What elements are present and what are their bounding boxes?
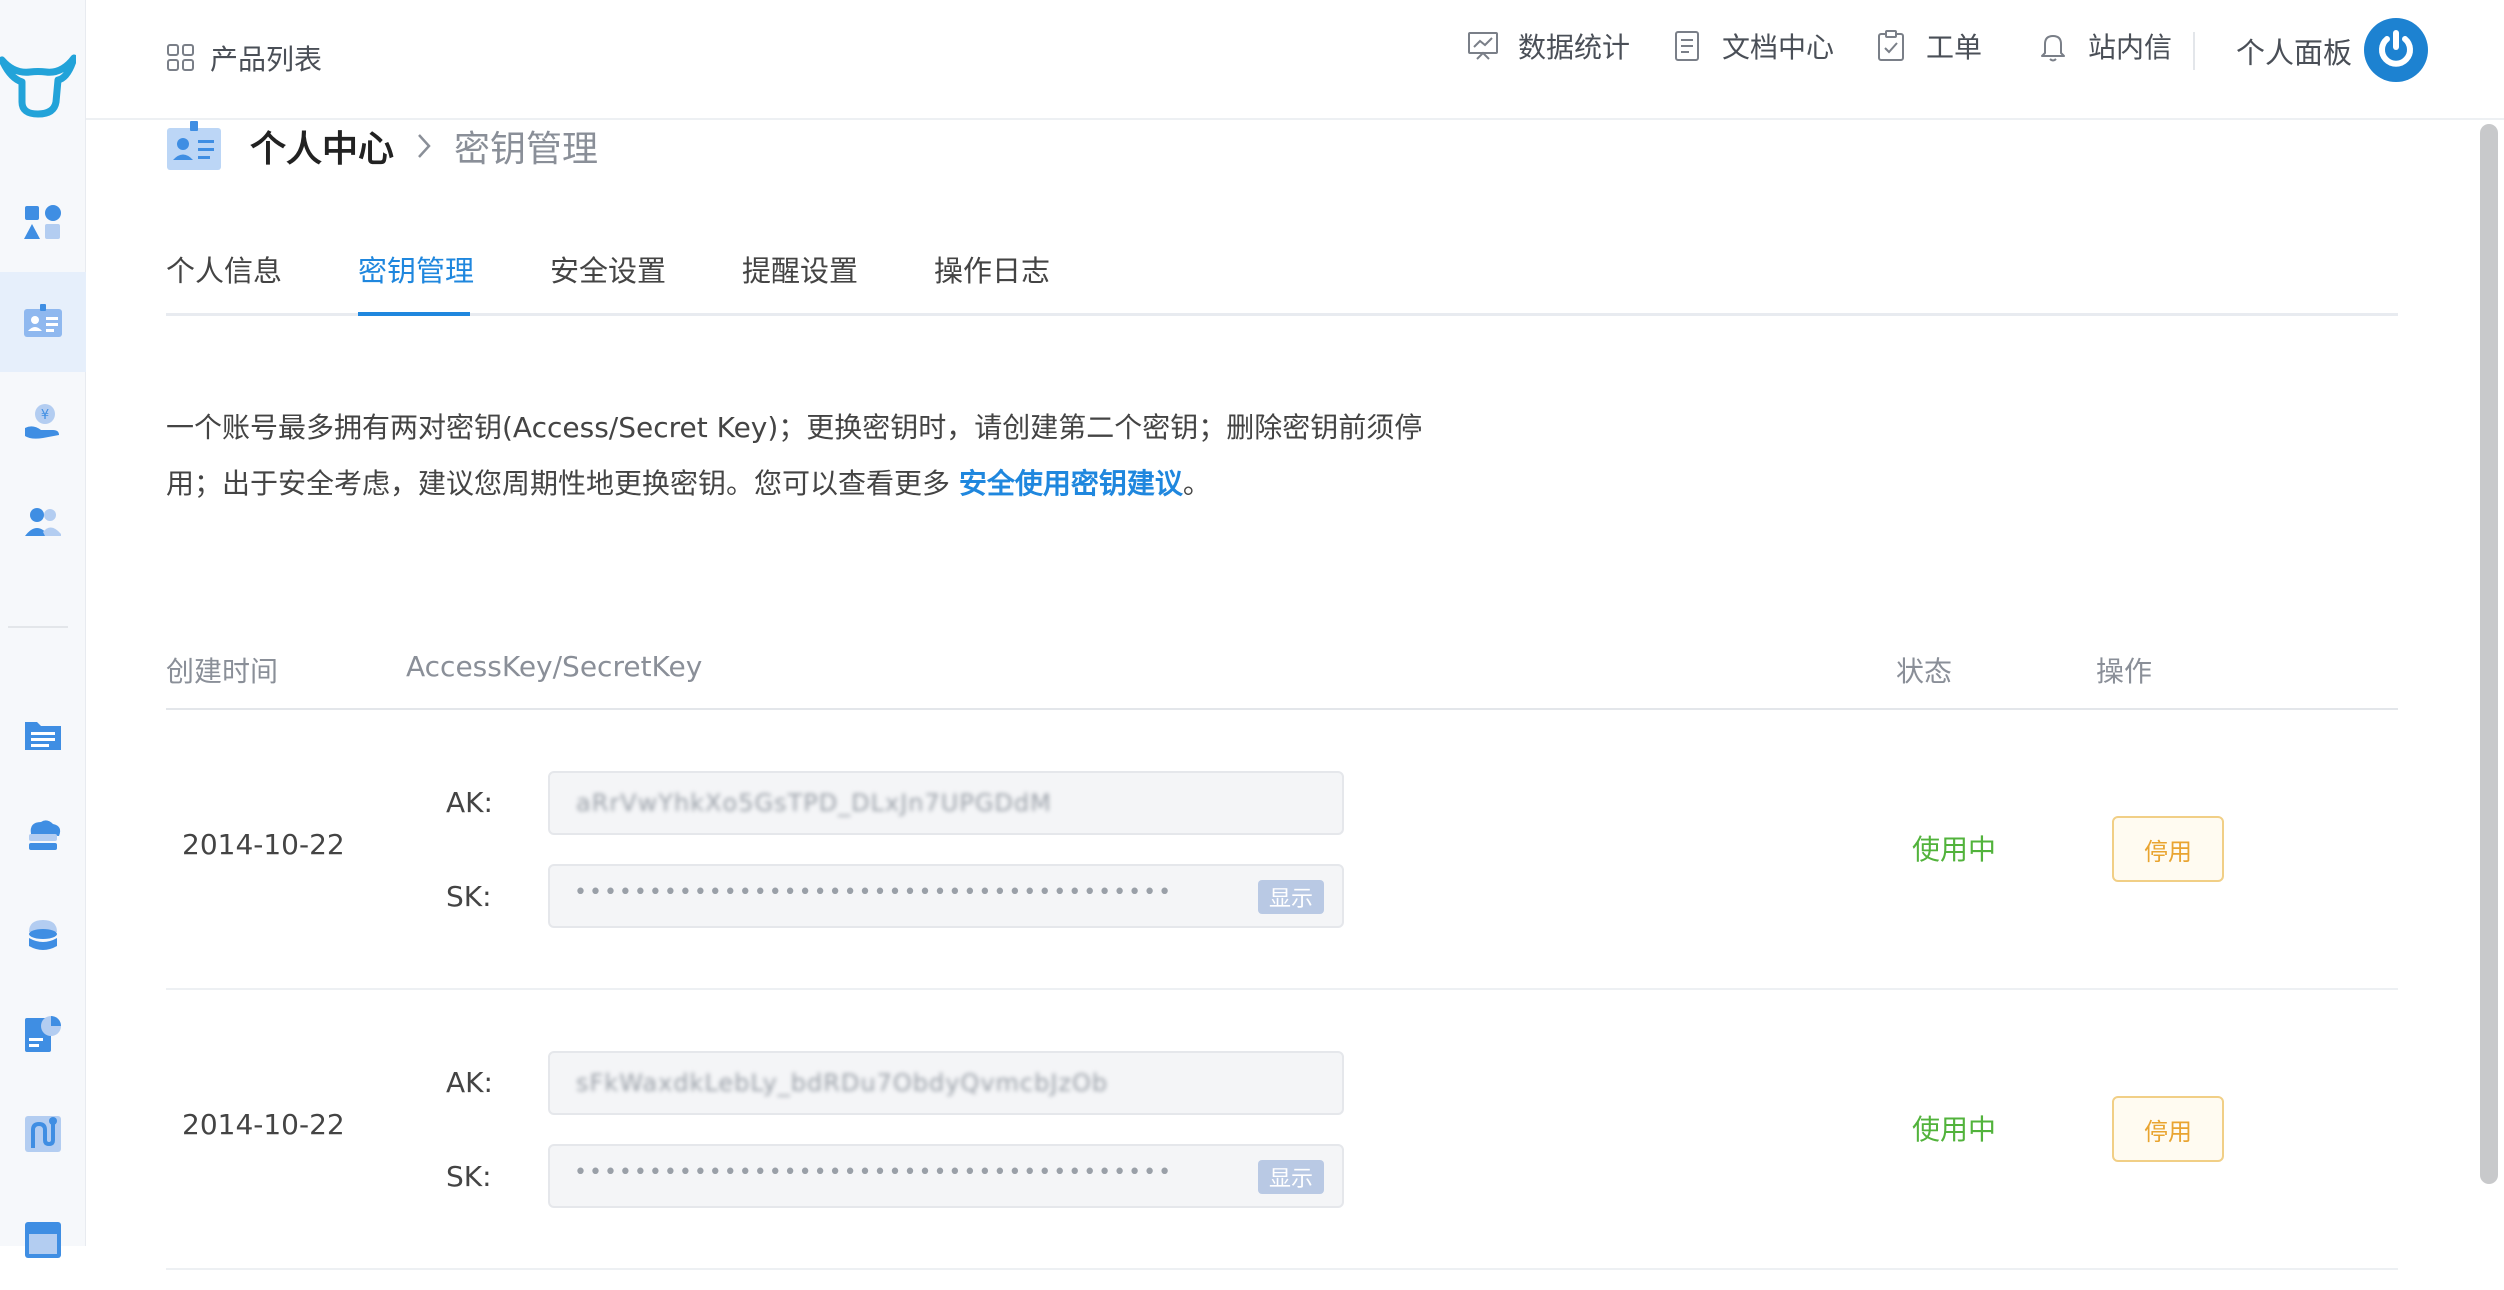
tab-personal-info[interactable]: 个人信息 — [166, 248, 282, 316]
logo-icon[interactable] — [0, 52, 76, 118]
tab-operation-log[interactable]: 操作日志 — [934, 248, 1050, 316]
nav-ticket-label: 工单 — [1926, 31, 1983, 64]
table-row: 2014-10-22 AK: aRrVwYhkXo5GsTPD_DLxJn7UP… — [166, 710, 2398, 990]
chart-icon — [1468, 32, 1498, 60]
key-description: 一个账号最多拥有两对密钥(Access/Secret Key)；更换密钥时，请创… — [166, 400, 1446, 512]
sidebar-item-overview[interactable] — [0, 172, 86, 272]
report-chart-icon — [25, 1016, 61, 1052]
key-table-header: 创建时间 AccessKey/SecretKey 状态 操作 — [166, 640, 2398, 710]
column-keys: AccessKey/SecretKey — [406, 650, 703, 683]
nav-messages[interactable]: 站内信 — [2036, 26, 2172, 66]
secret-key-masked: •••••••••••••••••••••••••••••••••••••••• — [574, 880, 1174, 905]
users-icon — [25, 508, 61, 536]
sidebar-item-routing[interactable] — [0, 1084, 86, 1184]
sidebar-item-database[interactable] — [0, 884, 86, 984]
nav-doc-center[interactable]: 文档中心 — [1670, 26, 1834, 66]
nav-doc-center-label: 文档中心 — [1722, 31, 1835, 64]
access-key-value: aRrVwYhkXo5GsTPD_DLxJn7UPGDdM — [576, 789, 1052, 817]
column-action: 操作 — [2096, 655, 2153, 688]
sk-label: SK: — [446, 880, 492, 913]
table-row: 2014-10-22 AK: sFkWaxdkLebLy_bdRDu7ObdyQ… — [166, 990, 2398, 1270]
disable-key-button[interactable]: 停用 — [2112, 816, 2224, 882]
nav-messages-label: 站内信 — [2088, 31, 2173, 64]
left-sidebar: ¥ — [0, 0, 86, 1258]
product-list-label: 产品列表 — [210, 43, 323, 76]
secret-key-field[interactable]: ••••••••••••••••••••••••••••••••••••••••… — [548, 864, 1344, 928]
tab-key-management[interactable]: 密钥管理 — [358, 248, 474, 316]
active-tab-indicator — [358, 312, 470, 316]
top-header: 产品列表 数据统计 文档中心 工单 站内信 个人面板 — [86, 0, 2504, 120]
sidebar-item-files[interactable] — [0, 684, 86, 784]
sidebar-item-reports[interactable] — [0, 984, 86, 1084]
folder-icon — [25, 722, 61, 750]
yen-hand-icon: ¥ — [25, 404, 59, 439]
power-icon — [2379, 30, 2413, 67]
created-date: 2014-10-22 — [182, 1108, 345, 1141]
route-icon — [25, 1116, 61, 1152]
nav-ticket[interactable]: 工单 — [1874, 26, 1982, 66]
show-secret-button[interactable]: 显示 — [1258, 880, 1324, 914]
tab-security-settings[interactable]: 安全设置 — [550, 248, 666, 316]
sidebar-item-personal-center[interactable] — [0, 272, 86, 372]
status-badge: 使用中 — [1912, 1113, 1997, 1146]
ak-label: AK: — [446, 1066, 493, 1099]
vertical-scrollbar[interactable] — [2480, 124, 2498, 1184]
id-card-icon — [24, 304, 62, 337]
document-icon — [1675, 31, 1699, 61]
product-list-menu[interactable]: 产品列表 — [166, 38, 322, 78]
access-key-field[interactable]: aRrVwYhkXo5GsTPD_DLxJn7UPGDdM — [548, 771, 1344, 835]
bell-icon — [2041, 35, 2065, 62]
sk-label: SK: — [446, 1160, 492, 1193]
access-key-field[interactable]: sFkWaxdkLebLy_bdRDu7ObdyQvmcbJzOb — [548, 1051, 1344, 1115]
secret-key-field[interactable]: ••••••••••••••••••••••••••••••••••••••••… — [548, 1144, 1344, 1208]
chevron-right-icon — [418, 134, 431, 158]
database-icon — [29, 920, 57, 950]
sidebar-item-cloud-server[interactable] — [0, 784, 86, 884]
id-card-icon — [167, 121, 221, 170]
tab-bar: 个人信息 密钥管理 安全设置 提醒设置 操作日志 — [166, 240, 2398, 316]
description-line-2: 用；出于安全考虑，建议您周期性地更换密钥。您可以查看更多 安全使用密钥建议。 — [166, 456, 1446, 512]
grid-icon — [167, 44, 194, 71]
avatar[interactable] — [2364, 18, 2428, 82]
personal-panel-link[interactable]: 个人面板 — [2236, 30, 2352, 72]
shapes-icon — [24, 205, 61, 239]
column-status: 状态 — [1896, 655, 1953, 688]
status-badge: 使用中 — [1912, 833, 1997, 866]
svg-text:¥: ¥ — [41, 408, 49, 423]
description-line-1: 一个账号最多拥有两对密钥(Access/Secret Key)；更换密钥时，请创… — [166, 411, 1423, 444]
breadcrumb-parent[interactable]: 个人中心 — [250, 120, 394, 172]
nav-data-stats[interactable]: 数据统计 — [1466, 26, 1630, 66]
sidebar-item-billing[interactable]: ¥ — [0, 372, 86, 472]
disable-key-button[interactable]: 停用 — [2112, 1096, 2224, 1162]
description-line-2-suffix: 。 — [1182, 467, 1211, 500]
tab-reminder-settings[interactable]: 提醒设置 — [742, 248, 858, 316]
key-usage-advice-link[interactable]: 安全使用密钥建议 — [959, 467, 1183, 500]
breadcrumb: 个人中心 密钥管理 — [166, 118, 598, 174]
window-icon — [25, 1222, 61, 1258]
access-key-value: sFkWaxdkLebLy_bdRDu7ObdyQvmcbJzOb — [576, 1069, 1109, 1097]
ticket-icon — [1878, 30, 1904, 61]
sidebar-item-users[interactable] — [0, 472, 86, 572]
cloud-server-icon — [29, 820, 61, 850]
column-created: 创建时间 — [166, 655, 279, 688]
nav-data-stats-label: 数据统计 — [1518, 31, 1631, 64]
created-date: 2014-10-22 — [182, 828, 345, 861]
sidebar-divider — [8, 626, 68, 628]
breadcrumb-current: 密钥管理 — [454, 129, 599, 170]
show-secret-button[interactable]: 显示 — [1258, 1160, 1324, 1194]
description-line-2-prefix: 用；出于安全考虑，建议您周期性地更换密钥。您可以查看更多 — [166, 467, 959, 500]
ak-label: AK: — [446, 786, 493, 819]
secret-key-masked: •••••••••••••••••••••••••••••••••••••••• — [574, 1160, 1174, 1185]
sidebar-item-console[interactable] — [0, 1190, 86, 1290]
header-divider — [2193, 32, 2195, 70]
